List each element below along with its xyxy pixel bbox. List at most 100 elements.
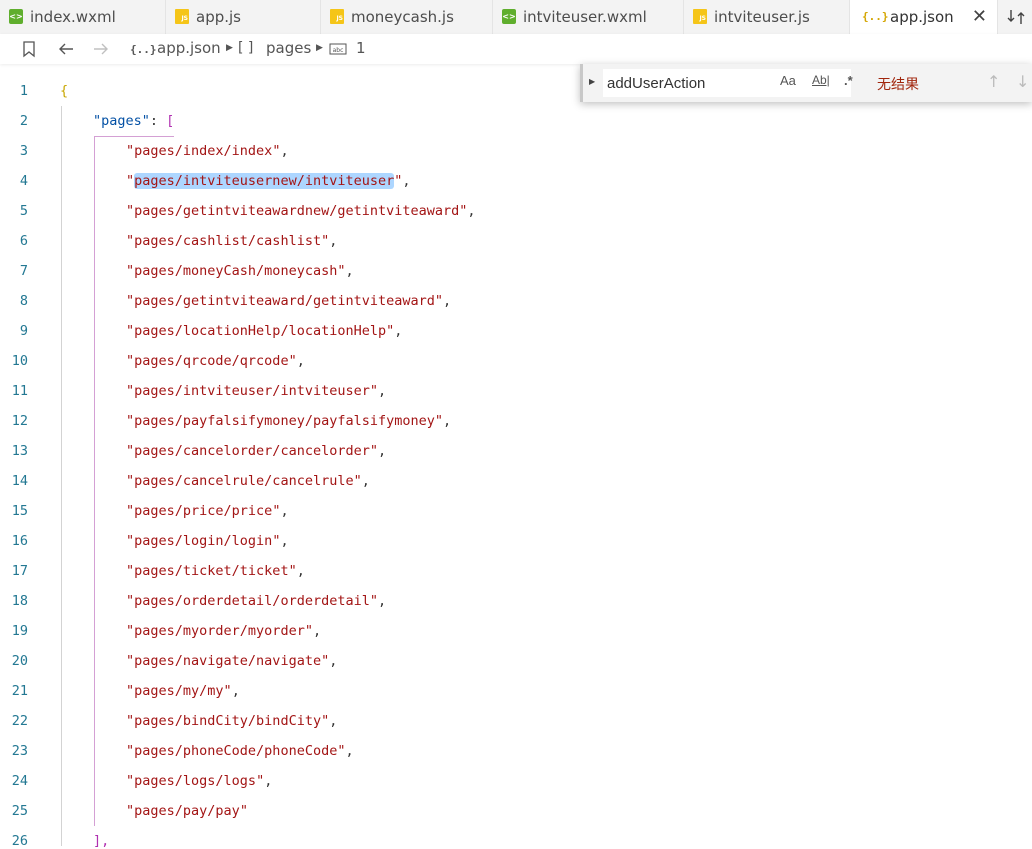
string-value: pages/moneyCash/moneycash — [134, 263, 338, 279]
whole-word-icon[interactable]: Ab| — [812, 73, 830, 87]
line-number: 12 — [11, 413, 28, 429]
comma: , — [377, 593, 387, 609]
quote: " — [126, 413, 135, 429]
line-number: 24 — [11, 773, 28, 789]
string-value: pages/bindCity/bindCity — [134, 713, 322, 729]
string-value: pages/payfalsifymoney/payfalsifymoney — [134, 413, 435, 429]
forward-arrow-icon[interactable] — [91, 39, 111, 59]
tab-label: app.json — [890, 8, 954, 26]
quote: " — [126, 263, 135, 279]
quote: " — [126, 233, 135, 249]
quote: " — [321, 713, 330, 729]
json-file-icon: {..} — [130, 43, 157, 56]
comma: , — [467, 203, 476, 219]
code-line: ], — [93, 833, 109, 849]
string-value: pages/cancelrule/cancelrule — [134, 473, 354, 489]
quote: " — [223, 683, 232, 699]
array-entry-line: "pages/cancelrule/cancelrule", — [126, 473, 370, 489]
line-number: 13 — [11, 443, 28, 459]
regex-icon[interactable]: .* — [844, 73, 853, 88]
match-case-icon[interactable]: Aa — [780, 73, 796, 88]
comma: , — [394, 323, 403, 339]
array-entry-line: "pages/moneyCash/moneycash", — [126, 263, 354, 279]
next-match-icon[interactable]: ↓ — [1016, 72, 1029, 91]
string-value: pages/my/my — [134, 683, 224, 699]
comma: , — [443, 293, 452, 309]
array-entry-line: "pages/getintviteaward/getintviteaward", — [126, 293, 451, 309]
line-number: 18 — [11, 593, 28, 609]
comma: , — [280, 533, 289, 549]
tab-intviteuser-wxml[interactable]: <> intviteuser.wxml — [493, 0, 684, 34]
array-entry-line: "pages/bindCity/bindCity", — [126, 713, 337, 729]
quote: " — [126, 203, 135, 219]
selected-string-value: pages/intviteusernew/intviteuser — [134, 173, 395, 189]
js-file-icon: JS — [175, 9, 189, 24]
array-entry-line: "pages/navigate/navigate", — [126, 653, 337, 669]
quote: " — [126, 353, 135, 369]
back-arrow-icon[interactable] — [56, 39, 76, 59]
comma: , — [329, 653, 338, 669]
tab-app-json[interactable]: {..} app.json ✕ — [850, 0, 998, 34]
comma: , — [231, 683, 240, 699]
array-entry-line: "pages/orderdetail/orderdetail", — [126, 593, 386, 609]
line-number: 23 — [11, 743, 28, 759]
tab-intviteuser-js[interactable]: JS intviteuser.js — [684, 0, 850, 34]
tab-label: moneycash.js — [351, 8, 454, 26]
breadcrumb-key[interactable]: pages — [266, 39, 311, 57]
string-value: pages/login/login — [134, 533, 273, 549]
compare-changes-icon[interactable] — [1006, 7, 1026, 27]
comma: , — [345, 263, 354, 279]
array-entry-line: "pages/cancelorder/cancelorder", — [126, 443, 386, 459]
close-icon[interactable]: ✕ — [972, 6, 987, 27]
svg-text:abc: abc — [333, 47, 344, 54]
line-number: 9 — [19, 323, 28, 339]
bracket-pair-guide — [94, 136, 95, 826]
tab-label: index.wxml — [30, 8, 116, 26]
tab-moneycash-js[interactable]: JS moneycash.js — [321, 0, 493, 34]
comma: , — [402, 173, 411, 189]
string-value: pages/index/index — [134, 143, 273, 159]
js-file-icon: JS — [693, 9, 707, 24]
open-bracket: [ — [166, 113, 175, 129]
comma: , — [361, 473, 370, 489]
quote: " — [126, 443, 135, 459]
comma: , — [377, 443, 387, 459]
code-editor[interactable]: 1 { 2 "pages": [ 3 "pages/index/index", 4 "… — [0, 64, 1032, 849]
breadcrumb-index[interactable]: 1 — [356, 39, 366, 57]
quote: " — [126, 383, 135, 399]
quote: " — [126, 173, 135, 189]
string-value: pages/getintviteaward/getintviteaward — [134, 293, 435, 309]
array-entry-line: "pages/ticket/ticket", — [126, 563, 305, 579]
close-bracket: ], — [93, 833, 110, 849]
comma: , — [280, 503, 289, 519]
line-number: 5 — [19, 203, 28, 219]
indent-guide — [61, 106, 62, 846]
array-entry-line: "pages/locationHelp/locationHelp", — [126, 323, 402, 339]
tab-index-wxml[interactable]: <> index.wxml — [0, 0, 166, 34]
string-value: pages/locationHelp/locationHelp — [134, 323, 387, 339]
quote: " — [321, 233, 330, 249]
toggle-replace-icon[interactable]: ▶ — [589, 77, 595, 86]
line-number: 25 — [11, 803, 28, 819]
string-value: pages/ticket/ticket — [134, 563, 289, 579]
tab-app-js[interactable]: JS app.js — [166, 0, 321, 34]
line-number: 16 — [11, 533, 28, 549]
quote: " — [126, 143, 135, 159]
comma: , — [329, 233, 338, 249]
quote: " — [126, 623, 135, 639]
breadcrumb-file[interactable]: app.json — [157, 39, 221, 57]
tab-label: app.js — [196, 8, 241, 26]
line-number: 1 — [19, 83, 28, 99]
quote: " — [126, 473, 135, 489]
string-value: pages/logs/logs — [134, 773, 257, 789]
bookmark-icon[interactable] — [19, 39, 39, 59]
array-entry-line: "pages/login/login", — [126, 533, 289, 549]
line-number: 19 — [11, 623, 28, 639]
quote: " — [256, 773, 265, 789]
previous-match-icon[interactable]: ↑ — [987, 72, 1000, 91]
quote: " — [126, 683, 135, 699]
quote: " — [126, 803, 135, 819]
quote: " — [126, 773, 135, 789]
json-file-icon: {..} — [862, 10, 889, 23]
line-number: 14 — [11, 473, 28, 489]
